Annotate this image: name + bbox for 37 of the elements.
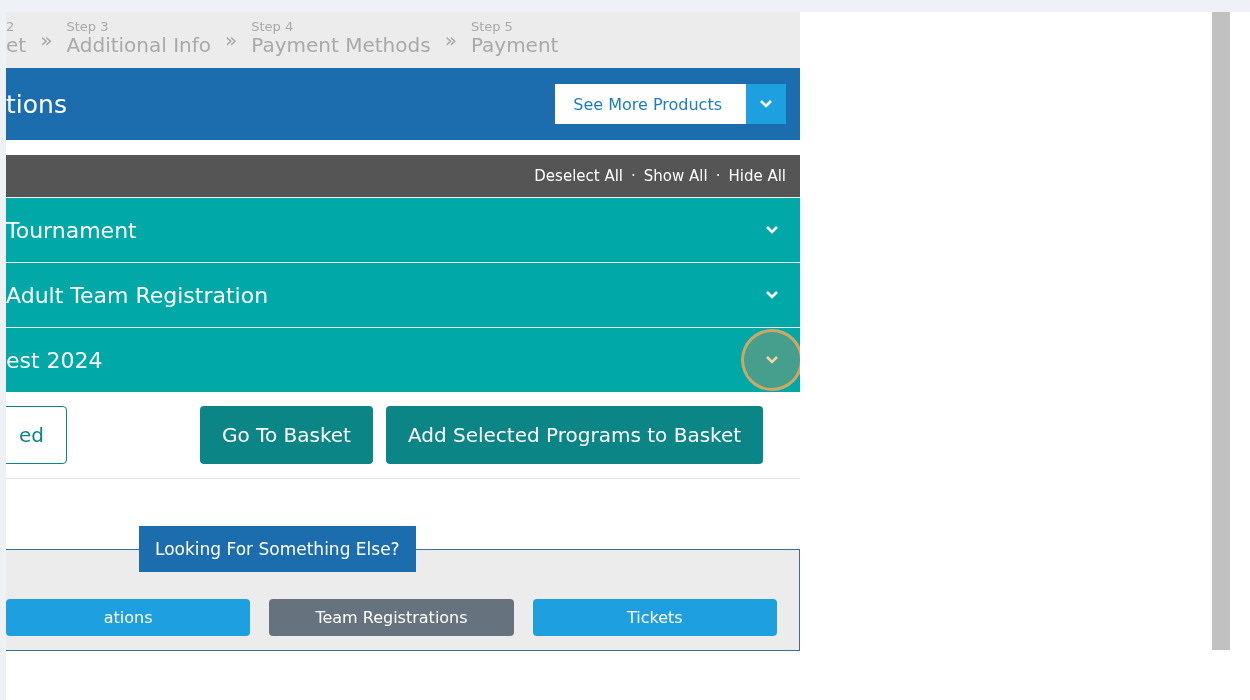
accordion-title: est 2024 bbox=[6, 347, 103, 373]
category-button[interactable]: Tickets bbox=[532, 598, 777, 636]
separator-dot: · bbox=[631, 167, 636, 185]
accordion-row[interactable]: est 2024 bbox=[6, 327, 800, 392]
step-number: Step 4 bbox=[251, 19, 295, 33]
panel-legend: Looking For Something Else? bbox=[139, 526, 416, 572]
accordion-row[interactable]: Adult Team Registration bbox=[6, 262, 800, 327]
section-title: tions bbox=[6, 89, 67, 119]
scrollbar-thumb[interactable] bbox=[1212, 12, 1230, 650]
category-button[interactable]: Team Registrations bbox=[269, 598, 514, 636]
step-number: Step 3 bbox=[66, 19, 110, 33]
step-separator: » bbox=[40, 28, 53, 52]
category-button[interactable]: ations bbox=[6, 598, 251, 636]
step-label: Payment bbox=[470, 34, 559, 55]
chevron-down-icon bbox=[765, 290, 779, 300]
step-number: Step 5 bbox=[470, 19, 514, 33]
step-number: 2 bbox=[6, 19, 16, 33]
action-button[interactable]: Go To Basket bbox=[200, 406, 373, 464]
action-button[interactable]: Add Selected Programs to Basket bbox=[385, 406, 764, 464]
step-label: et bbox=[6, 34, 27, 55]
step-label: Additional Info bbox=[66, 34, 211, 55]
accordion-title: Tournament bbox=[6, 217, 137, 243]
step-separator: » bbox=[225, 28, 238, 52]
separator-dot: · bbox=[715, 167, 721, 185]
accordion-title: Adult Team Registration bbox=[6, 282, 269, 308]
toolbar-link[interactable]: Show All bbox=[643, 167, 708, 185]
chevron-down-icon bbox=[759, 99, 773, 109]
chevron-down-icon bbox=[765, 355, 779, 365]
step-label: Payment Methods bbox=[251, 34, 431, 55]
step-separator: » bbox=[444, 28, 457, 52]
products-dropdown[interactable]: See More Products bbox=[555, 84, 746, 124]
toolbar-link[interactable]: Hide All bbox=[728, 167, 786, 185]
accordion-row[interactable]: Tournament bbox=[6, 197, 800, 262]
dropdown-button[interactable] bbox=[746, 84, 786, 124]
chevron-down-icon bbox=[765, 225, 779, 235]
toolbar-link[interactable]: Deselect All bbox=[534, 167, 624, 185]
action-button[interactable]: ed bbox=[6, 406, 67, 464]
